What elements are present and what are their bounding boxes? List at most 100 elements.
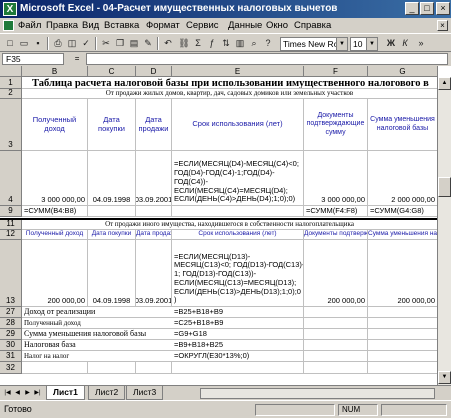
row-header[interactable]: 28 <box>0 318 22 329</box>
data-cell[interactable] <box>136 362 172 374</box>
column-header-d[interactable]: D <box>136 66 172 77</box>
menu-file[interactable]: Файл <box>18 20 41 31</box>
sort-asc-icon[interactable]: ⇅ <box>219 37 233 50</box>
header-cell[interactable]: Срок использования (лет) <box>172 99 304 151</box>
new-icon[interactable]: □ <box>3 37 17 50</box>
row-header[interactable]: 32 <box>0 362 22 374</box>
function-icon[interactable]: ƒ <box>205 37 219 50</box>
bold-button[interactable]: Ж <box>384 37 398 50</box>
section-subhead[interactable]: От продажи жилых домов, квартир, дач, са… <box>22 89 438 99</box>
header-cell[interactable]: Документы подтверждающие сумму <box>304 99 368 151</box>
minimize-button[interactable]: _ <box>405 2 419 15</box>
chevron-down-icon[interactable]: ▼ <box>366 38 377 50</box>
excel-icon[interactable]: X <box>3 2 17 16</box>
name-box[interactable]: F35 <box>2 53 64 65</box>
worksheet-grid[interactable]: B C D E F G 1 Таблица расчета налоговой … <box>0 66 451 385</box>
data-cell[interactable] <box>88 362 136 374</box>
header-cell[interactable]: Срок использования (лет) <box>172 230 304 240</box>
sheet-tab-3[interactable]: Лист3 <box>126 386 164 400</box>
column-header-e[interactable]: E <box>172 66 304 77</box>
spelling-icon[interactable]: ✓ <box>79 37 93 50</box>
vertical-scrollbar[interactable]: ▲ ▼ <box>437 77 451 385</box>
row-header[interactable]: 3 <box>0 99 22 151</box>
data-cell[interactable] <box>368 340 438 351</box>
data-cell[interactable] <box>368 362 438 374</box>
header-cell[interactable]: Дата продажи <box>136 230 172 240</box>
autosum-icon[interactable]: Σ <box>191 37 205 50</box>
data-cell[interactable] <box>136 206 172 217</box>
header-cell[interactable]: Дата продажи <box>136 99 172 151</box>
column-header-b[interactable]: B <box>22 66 88 77</box>
data-cell[interactable] <box>172 362 304 374</box>
summary-label[interactable]: Налог на налог <box>22 351 172 362</box>
last-sheet-icon[interactable]: ▶| <box>33 388 42 398</box>
data-cell[interactable]: 200 000,00 <box>368 240 438 307</box>
equals-icon[interactable]: = <box>70 53 84 65</box>
document-close-icon[interactable]: × <box>437 20 448 31</box>
zoom-icon[interactable]: ⌕ <box>247 37 261 50</box>
menu-help[interactable]: Справка <box>294 20 331 31</box>
data-cell[interactable]: 3 000 000,00 <box>22 151 88 206</box>
data-cell[interactable]: 200 000,00 <box>304 240 368 307</box>
font-size-select[interactable]: 10 ▼ <box>350 37 378 51</box>
formula-cell[interactable]: =G9+G18 <box>172 329 304 340</box>
title-bar[interactable]: X Microsoft Excel - 04-Расчет имуществен… <box>0 0 451 18</box>
data-cell[interactable] <box>22 362 88 374</box>
undo-icon[interactable]: ↶ <box>161 37 175 50</box>
data-cell[interactable] <box>368 329 438 340</box>
data-cell[interactable] <box>304 329 368 340</box>
row-header[interactable]: 30 <box>0 340 22 351</box>
row-header[interactable]: 2 <box>0 88 22 99</box>
data-cell[interactable] <box>172 206 304 217</box>
formula-cell[interactable]: =ЕСЛИ(МЕСЯЦ(D4)-МЕСЯЦ(C4)<0; ГОД(D4)-ГОД… <box>172 151 304 206</box>
hyperlink-icon[interactable]: ⛓ <box>177 37 191 50</box>
formula-cell[interactable]: =C25+B18+B9 <box>172 318 304 329</box>
column-header-g[interactable]: G <box>368 66 438 77</box>
data-cell[interactable]: 2 000 000,00 <box>368 151 438 206</box>
chart-wizard-icon[interactable]: ▥ <box>233 37 247 50</box>
scroll-thumb[interactable] <box>438 177 451 197</box>
header-cell[interactable]: Полученный доход <box>22 230 88 240</box>
formula-input[interactable] <box>86 53 448 65</box>
row-header[interactable]: 9 <box>0 206 22 217</box>
chevron-down-icon[interactable]: ▼ <box>336 38 347 50</box>
header-cell[interactable]: Дата покупки <box>88 99 136 151</box>
formula-cell[interactable]: =СУММ(F4:F8) <box>304 206 368 217</box>
first-sheet-icon[interactable]: |◀ <box>3 388 12 398</box>
formula-cell[interactable]: =ОКРУГЛ(E30*13%;0) <box>172 351 304 362</box>
toolbar-more-icon[interactable]: » <box>414 37 428 50</box>
row-header[interactable]: 29 <box>0 329 22 340</box>
data-cell[interactable]: 04.09.1998 <box>88 240 136 307</box>
row-header[interactable]: 27 <box>0 307 22 318</box>
row-header[interactable]: 4 <box>0 151 22 206</box>
document-icon[interactable] <box>3 20 14 31</box>
menu-tools[interactable]: Сервис <box>186 20 219 31</box>
formula-cell[interactable]: =СУММ(G4:G8) <box>368 206 438 217</box>
formula-cell[interactable]: =B25+B18+B9 <box>172 307 304 318</box>
data-cell[interactable] <box>368 351 438 362</box>
font-name-select[interactable]: Times New Roman Cyr ▼ <box>280 37 348 51</box>
save-icon[interactable]: ▪ <box>31 37 45 50</box>
menu-view[interactable]: Вид <box>82 20 99 31</box>
horizontal-scrollbar[interactable] <box>200 388 435 399</box>
sheet-title[interactable]: Таблица расчета налоговой базы при испол… <box>22 77 438 89</box>
menu-format[interactable]: Формат <box>146 20 180 31</box>
print-preview-icon[interactable]: ◫ <box>65 37 79 50</box>
summary-label[interactable]: Полученный доход <box>22 318 172 329</box>
data-cell[interactable]: 3 000 000,00 <box>304 151 368 206</box>
close-button[interactable]: × <box>436 2 450 15</box>
print-icon[interactable]: ⎙ <box>51 37 65 50</box>
paste-icon[interactable]: ▤ <box>127 37 141 50</box>
prev-sheet-icon[interactable]: ◀ <box>13 388 22 398</box>
formula-cell[interactable]: =B9+B18+B25 <box>172 340 304 351</box>
copy-icon[interactable]: ❐ <box>113 37 127 50</box>
format-painter-icon[interactable]: ✎ <box>141 37 155 50</box>
summary-label[interactable]: Сумма уменьшения налоговой базы <box>22 329 172 340</box>
data-cell[interactable] <box>304 362 368 374</box>
header-cell[interactable]: Документы подтверждающие сумму <box>304 230 368 240</box>
data-cell[interactable] <box>304 351 368 362</box>
summary-label[interactable]: Налоговая база <box>22 340 172 351</box>
cut-icon[interactable]: ✂ <box>99 37 113 50</box>
menu-edit[interactable]: Правка <box>46 20 78 31</box>
row-header[interactable]: 31 <box>0 351 22 362</box>
